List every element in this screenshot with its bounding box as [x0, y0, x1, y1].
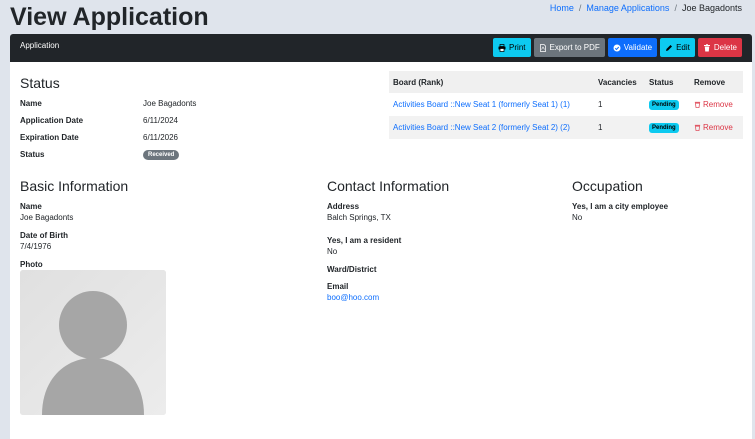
basic-name-label: Name: [20, 202, 42, 211]
vacancies-cell: 1: [594, 116, 645, 139]
vacancies-cell: 1: [594, 93, 645, 116]
dob-value: 7/4/1976: [20, 242, 52, 251]
person-silhouette-icon: [20, 270, 166, 415]
breadcrumb-home-link[interactable]: Home: [550, 2, 574, 14]
status-badge: Received: [143, 150, 180, 160]
table-row: Activities Board ::New Seat 1 (formerly …: [389, 93, 743, 116]
contact-info-title: Contact Information: [327, 178, 450, 194]
validate-button[interactable]: Validate: [607, 38, 658, 57]
remove-link-label: Remove: [703, 99, 733, 109]
status-label: Status: [20, 150, 45, 159]
pending-badge: Pending: [649, 123, 679, 133]
trash-icon: [703, 43, 710, 51]
card-header-title: Application: [20, 41, 60, 50]
board-table-header-row: Board (Rank) Vacancies Status Remove: [389, 71, 743, 93]
page-title: View Application: [10, 3, 209, 31]
email-label: Email: [327, 282, 349, 291]
trash-icon: [694, 101, 701, 108]
breadcrumb-manage-link[interactable]: Manage Applications: [586, 2, 669, 14]
board-table: Board (Rank) Vacancies Status Remove Act…: [389, 71, 743, 139]
toolbar: Print Export to PDF Validate Edit Delete: [493, 38, 742, 57]
delete-button[interactable]: Delete: [697, 38, 742, 57]
resident-value: No: [327, 247, 338, 256]
pending-badge: Pending: [649, 100, 679, 110]
expiration-date-value: 6/11/2026: [143, 133, 178, 142]
remove-link[interactable]: Remove: [694, 100, 733, 109]
city-employee-value: No: [572, 213, 583, 222]
expiration-date-label: Expiration Date: [20, 133, 79, 142]
check-circle-icon: [613, 44, 621, 51]
edit-button-label: Edit: [676, 43, 690, 52]
resident-label: Yes, I am a resident: [327, 236, 402, 245]
application-date-label: Application Date: [20, 116, 84, 125]
application-card: Application Print Export to PDF Validate…: [10, 34, 752, 439]
dob-label: Date of Birth: [20, 231, 68, 240]
breadcrumb-separator: /: [578, 3, 582, 13]
basic-info-title: Basic Information: [20, 178, 129, 194]
status-name-label: Name: [20, 99, 42, 108]
pencil-icon: [666, 44, 673, 51]
breadcrumb-separator: /: [674, 3, 677, 13]
remove-link[interactable]: Remove: [694, 123, 733, 132]
remove-column-header: Remove: [690, 71, 743, 93]
remove-link-label: Remove: [703, 122, 733, 132]
export-pdf-button-label: Export to PDF: [549, 43, 600, 52]
trash-icon: [694, 124, 701, 131]
email-link[interactable]: boo@hoo.com: [327, 293, 379, 303]
board-link[interactable]: Activities Board ::New Seat 2 (formerly …: [393, 123, 570, 132]
breadcrumb-current: Joe Bagadonts: [681, 3, 742, 13]
basic-name-value: Joe Bagadonts: [20, 213, 74, 222]
export-pdf-button[interactable]: Export to PDF: [533, 38, 605, 57]
occupation-title: Occupation: [572, 178, 643, 194]
photo-label: Photo: [20, 260, 43, 269]
status-section-title: Status: [20, 75, 60, 91]
print-button-label: Print: [509, 43, 526, 52]
status-name-value: Joe Bagadonts: [143, 99, 197, 108]
breadcrumb: Home / Manage Applications / Joe Bagadon…: [550, 2, 742, 14]
printer-icon: [498, 43, 506, 52]
card-header: Application Print Export to PDF Validate…: [10, 34, 752, 62]
board-column-header: Board (Rank): [389, 71, 594, 93]
address-label: Address: [327, 202, 360, 211]
edit-button[interactable]: Edit: [660, 38, 695, 57]
address-value: Balch Springs, TX: [327, 213, 391, 222]
delete-button-label: Delete: [713, 43, 737, 52]
status-column-header: Status: [645, 71, 690, 93]
print-button[interactable]: Print: [493, 38, 531, 57]
city-employee-label: Yes, I am a city employee: [572, 202, 669, 211]
application-date-value: 6/11/2024: [143, 116, 178, 125]
vacancies-column-header: Vacancies: [594, 71, 645, 93]
validate-button-label: Validate: [623, 43, 653, 52]
ward-district-label: Ward/District: [327, 265, 377, 274]
pdf-file-icon: [539, 43, 546, 52]
table-row: Activities Board ::New Seat 2 (formerly …: [389, 116, 743, 139]
avatar: [20, 270, 166, 415]
board-link[interactable]: Activities Board ::New Seat 1 (formerly …: [393, 100, 570, 109]
